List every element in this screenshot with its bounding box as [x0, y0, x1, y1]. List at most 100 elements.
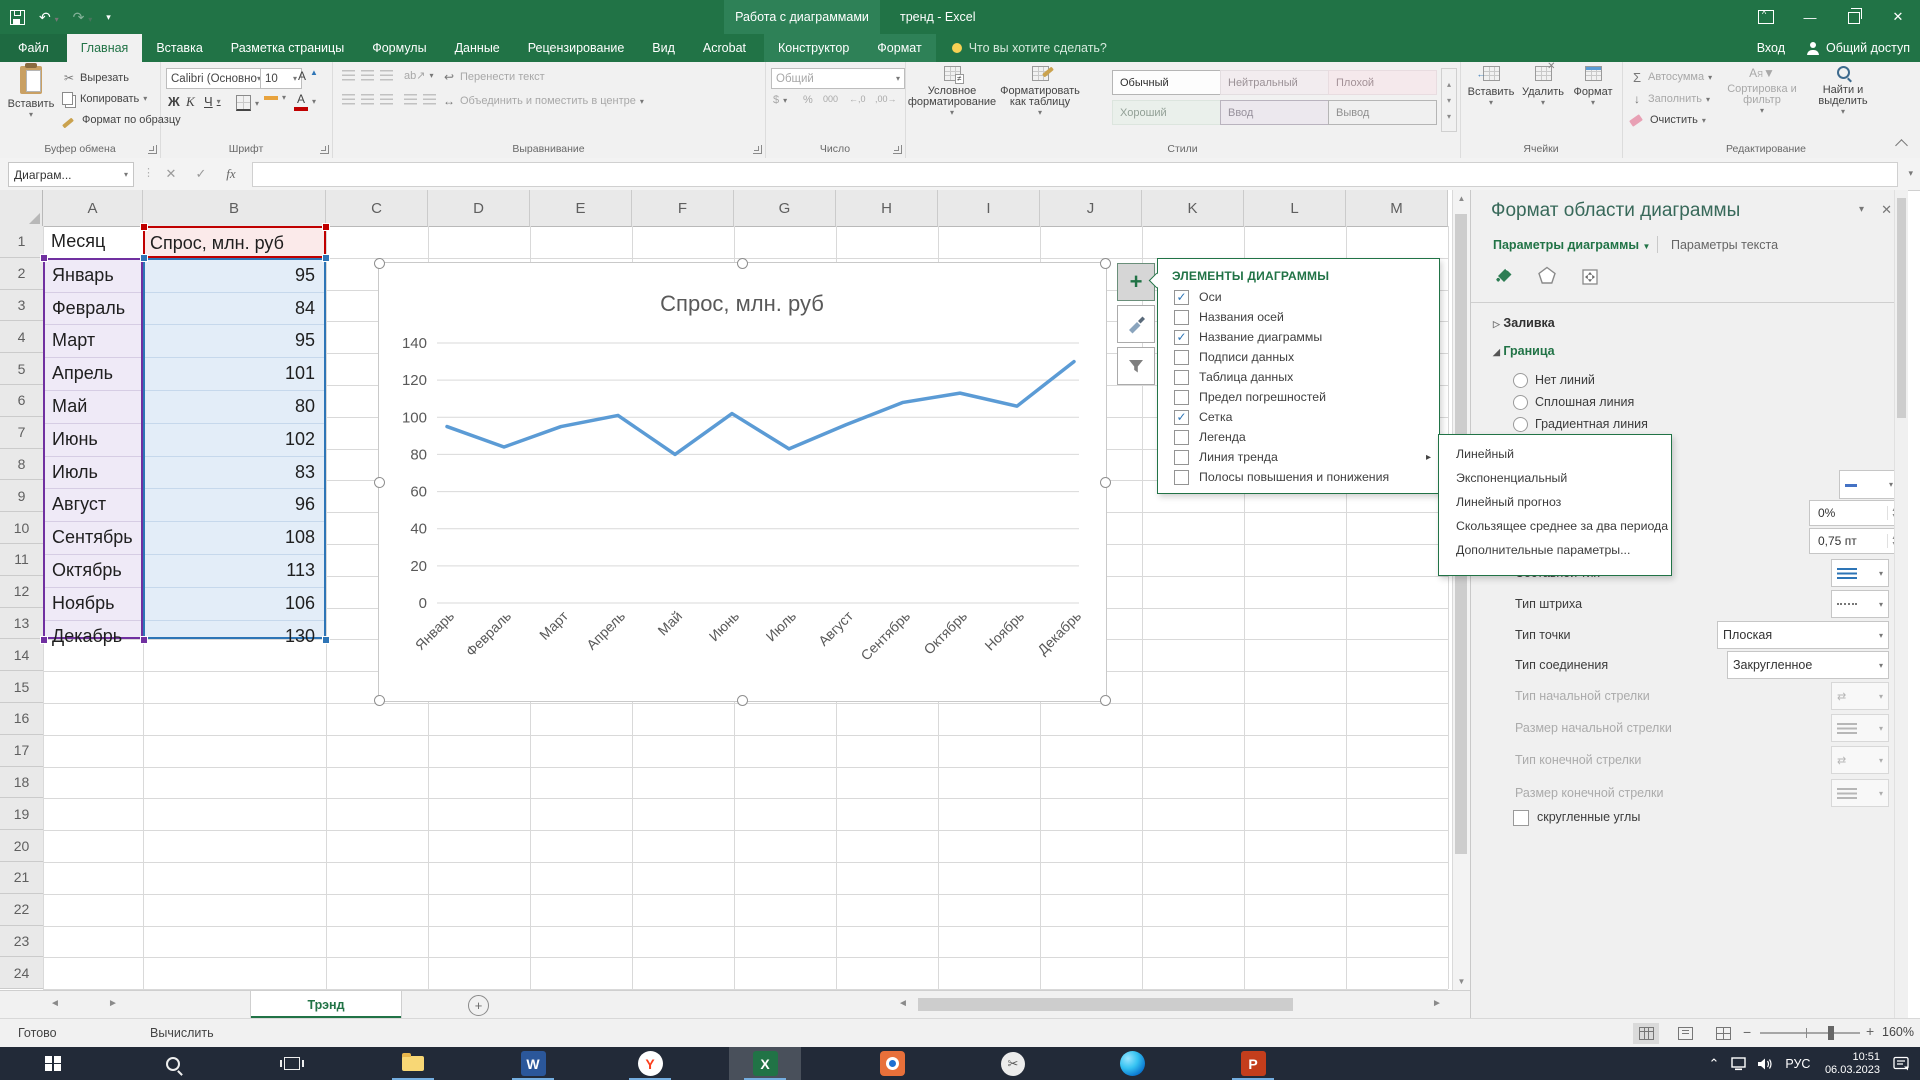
radio-solid-line[interactable]	[1513, 395, 1528, 410]
comma-style-button[interactable]: 000	[823, 94, 838, 104]
format-cells-button[interactable]: Формат▾	[1568, 66, 1618, 107]
fill-button[interactable]: ↓Заполнить ▾	[1630, 92, 1710, 106]
cell-value-Январь[interactable]: 95	[145, 260, 324, 293]
minimize-button[interactable]: —	[1788, 0, 1832, 34]
chart-handle[interactable]	[1100, 477, 1111, 488]
trend-option-Линейный[interactable]: Линейный	[1439, 442, 1671, 466]
cell-month-Сентябрь[interactable]: Сентябрь	[45, 522, 141, 555]
taskbar-search-button[interactable]	[150, 1047, 196, 1080]
orientation-button[interactable]: ab↗ ▾	[404, 69, 433, 82]
border-section-header[interactable]: ◢ Граница	[1493, 344, 1555, 358]
ribbon-tab-Acrobat[interactable]: Acrobat	[689, 34, 760, 62]
status-calculate[interactable]: Вычислить	[150, 1026, 214, 1040]
sheet-nav-left-icon[interactable]: ◄	[50, 998, 60, 1009]
cell-value-Февраль[interactable]: 84	[145, 293, 324, 326]
word-button[interactable]: W	[510, 1047, 556, 1080]
ribbon-tab-Рецензирование[interactable]: Рецензирование	[514, 34, 639, 62]
style-chip-Обычный[interactable]: Обычный	[1112, 70, 1221, 95]
row-header-21[interactable]: 21	[0, 862, 44, 894]
row-header-1[interactable]: 1	[0, 226, 44, 258]
cell-value-Ноябрь[interactable]: 106	[145, 588, 324, 621]
zoom-level[interactable]: 160%	[1882, 1025, 1914, 1039]
sheet-tab-active[interactable]: Трэнд	[250, 991, 402, 1019]
cell-value-Июнь[interactable]: 102	[145, 424, 324, 457]
range-values[interactable]: 958495101801028396108113106130	[143, 258, 326, 640]
clipboard-dialog-launcher[interactable]	[148, 145, 157, 154]
col-header-C[interactable]: C	[326, 190, 428, 227]
hscroll-left-arrow[interactable]: ◄	[898, 998, 908, 1009]
chart-handle[interactable]	[737, 695, 748, 706]
range-handle[interactable]	[140, 636, 148, 644]
col-header-I[interactable]: I	[938, 190, 1040, 227]
yandex-browser-button[interactable]: Y	[627, 1047, 673, 1080]
restore-button[interactable]	[1832, 0, 1876, 34]
row-header-20[interactable]: 20	[0, 830, 44, 862]
cell-month-Декабрь[interactable]: Декабрь	[45, 621, 141, 653]
bold-button[interactable]: Ж	[168, 94, 180, 109]
pane-tab-text-options[interactable]: Параметры текста	[1671, 238, 1778, 252]
pane-dropdown-Тип конечной стрелки[interactable]: ⇄▾	[1831, 746, 1889, 774]
checkbox-Таблица данных[interactable]	[1174, 370, 1189, 385]
undo-button[interactable]: ↶ ▾	[39, 9, 59, 26]
row-header-5[interactable]: 5	[0, 353, 44, 385]
cell-month-Июль[interactable]: Июль	[45, 457, 141, 490]
indent-buttons[interactable]	[404, 94, 436, 105]
wrap-text-button[interactable]: ↩Перенести текст	[442, 70, 545, 84]
percent-button[interactable]: %	[803, 94, 813, 106]
style-chip-Хороший[interactable]: Хороший	[1112, 100, 1221, 125]
conditional-formatting-button[interactable]: ≠ Условное форматирование ▾	[915, 66, 989, 117]
snipping-tool-button[interactable]: ✂	[990, 1047, 1036, 1080]
cancel-button[interactable]: ✕	[158, 162, 184, 185]
scroll-up-arrow[interactable]: ▲	[1453, 190, 1470, 207]
range-handle[interactable]	[40, 254, 48, 262]
col-header-L[interactable]: L	[1244, 190, 1346, 227]
trend-option-Дополнительные параметры...[interactable]: Дополнительные параметры...	[1439, 538, 1671, 562]
borders-button[interactable]: ▾	[236, 95, 259, 111]
language-indicator[interactable]: РУС	[1779, 1047, 1817, 1080]
row-header-15[interactable]: 15	[0, 671, 44, 703]
zoom-slider-thumb[interactable]	[1828, 1026, 1834, 1040]
chart-handle[interactable]	[374, 695, 385, 706]
underline-button[interactable]: Ч▾	[204, 94, 221, 109]
fill-bucket-icon[interactable]	[1493, 264, 1517, 288]
insert-function-button[interactable]: fx	[218, 162, 244, 185]
task-view-button[interactable]	[269, 1047, 315, 1080]
horizontal-scroll-thumb[interactable]	[918, 998, 1293, 1011]
cell-value-Декабрь[interactable]: 130	[145, 621, 324, 653]
checkbox-Названия осей[interactable]	[1174, 310, 1189, 325]
cell-value-Октябрь[interactable]: 113	[145, 555, 324, 588]
pane-menu-caret[interactable]: ▾	[1859, 204, 1864, 215]
chart-filters-button[interactable]	[1117, 347, 1155, 385]
checkbox-Оси[interactable]: ✓	[1174, 290, 1189, 305]
row-header-13[interactable]: 13	[0, 608, 44, 640]
pane-tab-chart-options[interactable]: Параметры диаграммы ▼	[1493, 238, 1650, 252]
row-header-6[interactable]: 6	[0, 385, 44, 417]
zoom-out-button[interactable]: −	[1743, 1024, 1751, 1040]
font-name-combo[interactable]: Calibri (Основной▾	[166, 68, 266, 89]
range-handle[interactable]	[140, 223, 148, 231]
style-chip-Ввод[interactable]: Ввод	[1220, 100, 1329, 125]
rounded-corners-label[interactable]: скругленные углы	[1537, 810, 1640, 824]
pane-dropdown-Тип штриха[interactable]: ▾	[1831, 590, 1889, 618]
style-chip-Нейтральный[interactable]: Нейтральный	[1220, 70, 1329, 95]
pane-dropdown-Составной тип[interactable]: ▾	[1831, 559, 1889, 587]
ribbon-display-options-button[interactable]	[1744, 0, 1788, 34]
clear-button[interactable]: Очистить ▾	[1630, 114, 1706, 126]
radio-label-solid-line[interactable]: Сплошная линия	[1535, 395, 1634, 409]
volume-icon[interactable]	[1753, 1047, 1779, 1080]
delete-cells-button[interactable]: ✕ Удалить▾	[1518, 66, 1568, 107]
redo-button[interactable]: ↷ ▾	[73, 9, 93, 26]
size-properties-icon[interactable]	[1577, 264, 1603, 288]
row-header-7[interactable]: 7	[0, 417, 44, 449]
notification-icon[interactable]	[1888, 1047, 1914, 1080]
chart-handle[interactable]	[737, 258, 748, 269]
row-header-17[interactable]: 17	[0, 735, 44, 767]
name-box[interactable]: Диаграм...▾	[8, 162, 134, 187]
sheet-nav-right-icon[interactable]: ►	[108, 998, 118, 1009]
network-icon[interactable]	[1727, 1047, 1753, 1080]
view-page-layout-button[interactable]	[1672, 1023, 1698, 1044]
ribbon-tab-Файл[interactable]: Файл	[0, 34, 67, 62]
cell-month-Апрель[interactable]: Апрель	[45, 358, 141, 391]
cell-value-Май[interactable]: 80	[145, 391, 324, 424]
range-handle[interactable]	[322, 254, 330, 262]
